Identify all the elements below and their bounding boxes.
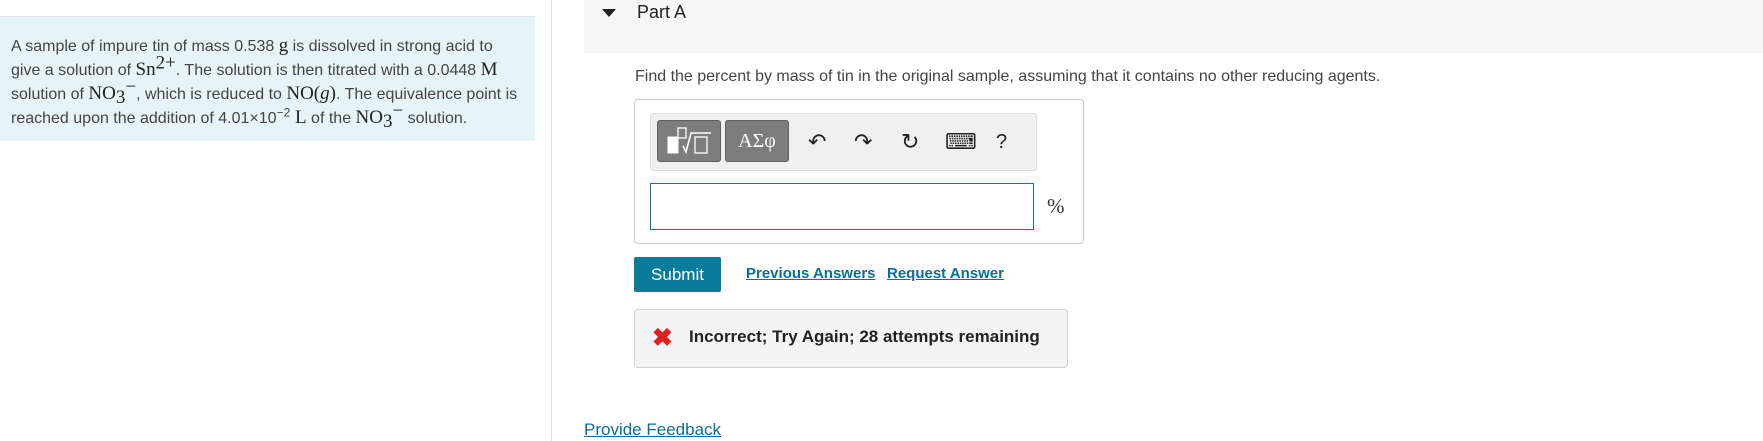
caret-down-icon[interactable] (602, 9, 616, 17)
part-header[interactable]: Part A (584, 0, 1763, 53)
formula-no3-charge: − (125, 76, 137, 98)
keyboard-icon[interactable]: ⌨ (945, 130, 977, 154)
feedback-message: ✖ Incorrect; Try Again; 28 attempts rema… (634, 309, 1068, 368)
problem-text: , which is reduced to (136, 86, 287, 103)
unit-molar: M (480, 59, 498, 80)
feedback-text: Incorrect; Try Again; 28 attempts remain… (689, 327, 1040, 346)
undo-icon[interactable]: ↶ (808, 130, 826, 154)
answer-unit: % (1047, 194, 1065, 218)
formula-no3-subscript: 3 (115, 87, 126, 109)
answer-input[interactable] (650, 183, 1034, 230)
problem-statement: A sample of impure tin of mass 0.538 g i… (0, 17, 535, 141)
problem-text: solution of (11, 86, 89, 103)
math-toolbar: ΑΣφ ↶ ↷ ↻ ⌨ ? (650, 113, 1037, 171)
formula-no-gas: NO( (286, 83, 321, 104)
formula-no-gas-phase: g (320, 83, 330, 104)
error-x-icon: ✖ (652, 324, 673, 352)
problem-text: solution. (403, 110, 468, 127)
problem-text: A sample of impure tin of mass 0.538 (11, 38, 279, 55)
unit-liter: L (290, 107, 307, 128)
templates-button[interactable] (657, 120, 721, 162)
formula-sn: Sn (135, 59, 156, 80)
formula-sn-charge: 2+ (155, 52, 176, 74)
exponent: −2 (276, 105, 291, 120)
part-title: Part A (637, 2, 687, 22)
answer-box: ΑΣφ ↶ ↷ ↻ ⌨ ? % (634, 99, 1084, 244)
redo-icon[interactable]: ↷ (854, 130, 872, 154)
formula-no3-charge: − (392, 100, 404, 122)
greek-symbols-button[interactable]: ΑΣφ (725, 120, 789, 162)
submit-button[interactable]: Submit (634, 257, 721, 292)
panel-divider (551, 0, 552, 441)
request-answer-link[interactable]: Request Answer (887, 265, 1004, 282)
templates-icon (667, 127, 711, 155)
previous-answers-link[interactable]: Previous Answers (746, 265, 876, 282)
problem-text: of the (306, 110, 356, 127)
formula-no3: NO (355, 107, 383, 128)
formula-no3: NO (88, 83, 116, 104)
question-prompt: Find the percent by mass of tin in the o… (635, 68, 1381, 85)
problem-text: . The solution is then titrated with a 0… (175, 62, 481, 79)
reset-icon[interactable]: ↻ (901, 130, 919, 154)
unit-g: g (278, 35, 289, 56)
help-button[interactable]: ? (996, 130, 1007, 154)
provide-feedback-link[interactable]: Provide Feedback (584, 420, 721, 440)
